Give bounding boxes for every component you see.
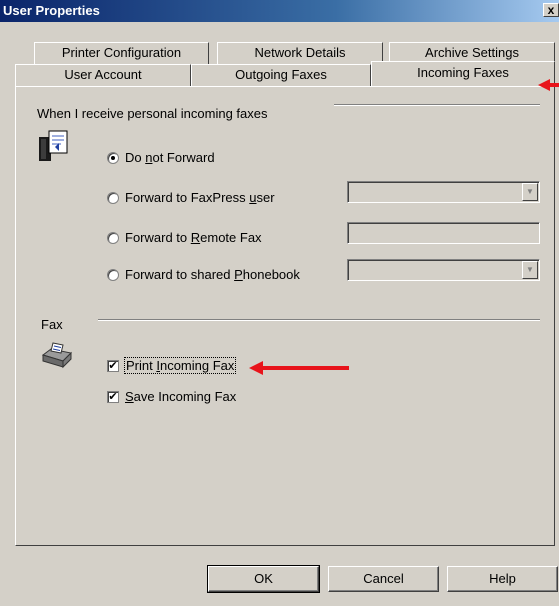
radio-label: Forward to FaxPress user [125, 190, 275, 205]
radio-label: Forward to Remote Fax [125, 230, 262, 245]
chevron-down-icon[interactable]: ▼ [522, 183, 538, 201]
radio-button[interactable] [107, 268, 119, 281]
forward-group-title: When I receive personal incoming faxes [37, 106, 268, 121]
radio-do-not-forward[interactable]: Do not Forward [107, 150, 215, 165]
fax-document-icon [39, 130, 68, 161]
fax-machine-icon [41, 342, 73, 369]
tab-incoming-faxes[interactable]: Incoming Faxes [371, 61, 555, 86]
help-button[interactable]: Help [447, 566, 558, 592]
ok-button[interactable]: OK [207, 565, 320, 593]
radio-button[interactable] [107, 151, 119, 164]
checkbox[interactable]: ✔ [107, 359, 119, 372]
window-title: User Properties [3, 3, 100, 18]
radio-button[interactable] [107, 191, 119, 204]
title-bar: User Properties x [0, 0, 559, 22]
annotation-arrow-icon [249, 361, 349, 375]
checkbox[interactable]: ✔ [107, 390, 119, 403]
chevron-down-icon[interactable]: ▼ [522, 261, 538, 279]
radio-button[interactable] [107, 231, 119, 244]
radio-forward-shared-phonebook[interactable]: Forward to shared Phonebook [107, 267, 300, 282]
close-icon[interactable]: x [543, 3, 559, 17]
checkbox-label: Print Incoming Fax [123, 357, 237, 374]
tab-user-account[interactable]: User Account [15, 64, 191, 86]
fax-group-title: Fax [41, 317, 63, 332]
shared-phonebook-select[interactable]: ▼ [347, 259, 540, 281]
radio-forward-faxpress-user[interactable]: Forward to FaxPress user [107, 190, 275, 205]
group-divider [334, 104, 540, 106]
radio-forward-remote-fax[interactable]: Forward to Remote Fax [107, 230, 262, 245]
group-divider [98, 319, 540, 321]
user-properties-dialog: User Properties x Printer Configuration … [0, 0, 559, 606]
tab-printer-configuration[interactable]: Printer Configuration [34, 42, 209, 64]
checkbox-label: Save Incoming Fax [125, 389, 237, 404]
faxpress-user-select[interactable]: ▼ [347, 181, 540, 203]
radio-label: Forward to shared Phonebook [125, 267, 300, 282]
remote-fax-input[interactable] [347, 222, 540, 244]
annotation-arrow-tab-icon [538, 79, 559, 91]
checkbox-print-incoming-fax[interactable]: ✔ Print Incoming Fax [107, 357, 237, 374]
checkbox-save-incoming-fax[interactable]: ✔ Save Incoming Fax [107, 389, 236, 404]
cancel-button[interactable]: Cancel [328, 566, 439, 592]
incoming-faxes-panel: When I receive personal incoming faxes D… [15, 86, 555, 546]
radio-label: Do not Forward [125, 150, 215, 165]
tab-network-details[interactable]: Network Details [217, 42, 383, 64]
tab-outgoing-faxes[interactable]: Outgoing Faxes [191, 64, 371, 86]
